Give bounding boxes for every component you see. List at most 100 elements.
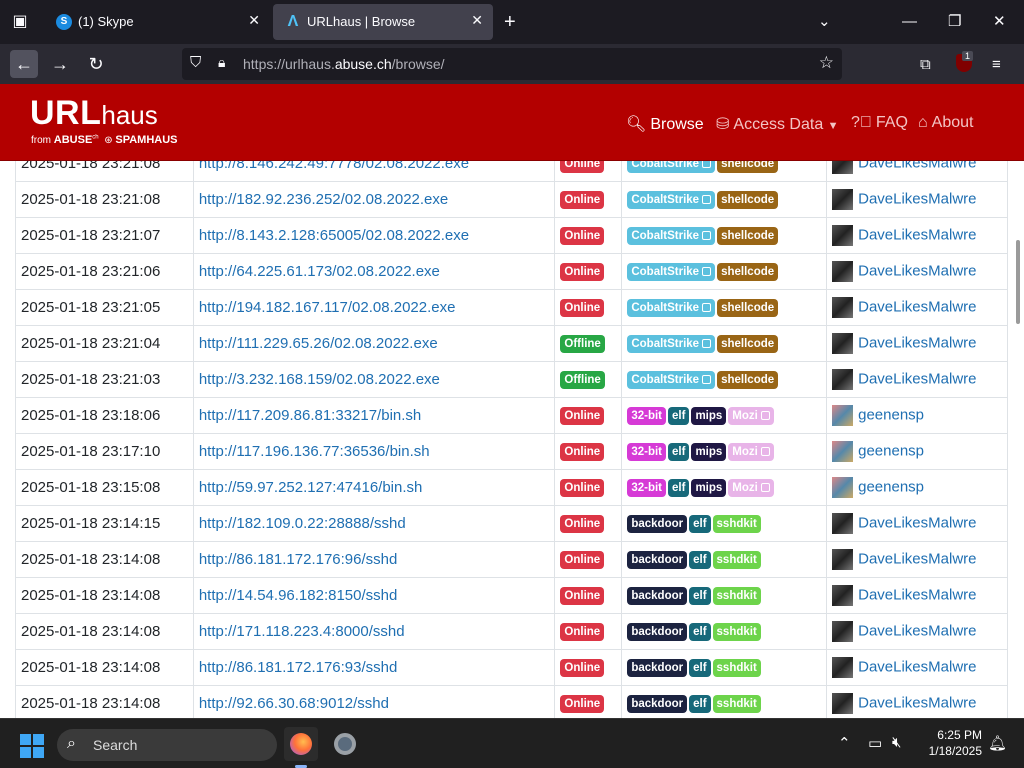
avatar[interactable] (832, 161, 854, 174)
avatar[interactable] (832, 333, 854, 354)
tag-badge[interactable]: sshdkit (712, 694, 761, 713)
shield-icon[interactable]: ⛉ (190, 54, 201, 71)
tag-badge[interactable]: sshdkit (712, 586, 761, 605)
avatar[interactable] (832, 477, 854, 498)
tag-badge[interactable]: shellcode (717, 370, 779, 389)
tab-urlhaus[interactable]: Λ URLhaus | Browse ✕ (273, 4, 493, 40)
url-link[interactable]: http://171.118.223.4:8000/sshd (199, 623, 405, 640)
page-scrollbar[interactable] (1016, 240, 1020, 324)
avatar[interactable] (832, 549, 854, 570)
tag-badge[interactable]: elf (689, 514, 711, 533)
menu-icon[interactable]: ≡ (992, 56, 1001, 73)
tag-badge[interactable]: sshdkit (712, 514, 761, 533)
tag-badge[interactable]: sshdkit (712, 658, 761, 677)
tag-badge[interactable]: mips (691, 442, 727, 461)
tag-badge[interactable]: elf (689, 622, 711, 641)
tag-badge[interactable]: elf (668, 478, 690, 497)
restore-icon[interactable]: ❐ (948, 10, 961, 34)
tag-badge[interactable]: Mozi (728, 442, 774, 461)
url-link[interactable]: http://64.225.61.173/02.08.2022.exe (199, 263, 440, 280)
avatar[interactable] (832, 441, 854, 462)
avatar[interactable] (832, 261, 854, 282)
chevron-down-icon[interactable]: ⌄ (818, 10, 831, 34)
tag-badge[interactable]: elf (668, 442, 690, 461)
back-button[interactable]: ← (10, 50, 38, 78)
notification-bell-icon[interactable]: 🔔︎ (988, 734, 1007, 752)
tag-badge[interactable]: CobaltStrike (627, 190, 716, 209)
tag-badge[interactable]: CobaltStrike (627, 226, 716, 245)
extensions-icon[interactable]: ⧉ (920, 56, 931, 73)
reporter-link[interactable]: DaveLikesMalwre (858, 695, 976, 712)
tag-badge[interactable]: CobaltStrike (627, 334, 716, 353)
url-link[interactable]: http://182.92.236.252/02.08.2022.exe (199, 191, 448, 208)
nav-browse[interactable]: 🔍︎ Browse (626, 114, 704, 134)
tag-badge[interactable]: backdoor (627, 586, 688, 605)
tab-list-icon[interactable]: ▣ (8, 10, 32, 34)
avatar[interactable] (832, 693, 854, 715)
reporter-link[interactable]: DaveLikesMalwre (858, 334, 976, 351)
url-link[interactable]: http://8.143.2.128:65005/02.08.2022.exe (199, 227, 469, 244)
address-text[interactable]: https://urlhaus.abuse.ch/browse/ (243, 56, 445, 72)
reporter-link[interactable]: DaveLikesMalwre (858, 514, 976, 531)
reporter-link[interactable]: DaveLikesMalwre (858, 262, 976, 279)
reporter-link[interactable]: DaveLikesMalwre (858, 190, 976, 207)
tag-badge[interactable]: backdoor (627, 550, 688, 569)
avatar[interactable] (832, 585, 854, 606)
nav-about[interactable]: ⌂ About (918, 114, 973, 132)
tag-badge[interactable]: sshdkit (712, 622, 761, 641)
nav-faq[interactable]: ?⃝ FAQ (851, 114, 908, 132)
url-link[interactable]: http://59.97.252.127:47416/bin.sh (199, 479, 423, 496)
tag-badge[interactable]: elf (689, 586, 711, 605)
tag-badge[interactable]: 32-bit (627, 478, 667, 497)
reporter-link[interactable]: DaveLikesMalwre (858, 658, 976, 675)
reporter-link[interactable]: DaveLikesMalwre (858, 161, 976, 171)
tag-badge[interactable]: elf (689, 658, 711, 677)
tag-badge[interactable]: shellcode (717, 334, 779, 353)
tag-badge[interactable]: Mozi (728, 478, 774, 497)
reporter-link[interactable]: geenensp (858, 478, 924, 495)
tag-badge[interactable]: backdoor (627, 622, 688, 641)
tag-badge[interactable]: backdoor (627, 658, 688, 677)
close-window-icon[interactable]: ✕ (993, 10, 1006, 34)
url-link[interactable]: http://3.232.168.159/02.08.2022.exe (199, 371, 440, 388)
avatar[interactable] (832, 405, 854, 426)
url-link[interactable]: http://117.196.136.77:36536/bin.sh (199, 443, 430, 460)
url-link[interactable]: http://92.66.30.68:9012/sshd (199, 695, 389, 712)
tag-badge[interactable]: mips (691, 406, 727, 425)
tag-badge[interactable]: CobaltStrike (627, 262, 716, 281)
avatar[interactable] (832, 225, 854, 246)
tag-badge[interactable]: backdoor (627, 514, 688, 533)
reporter-link[interactable]: DaveLikesMalwre (858, 226, 976, 243)
url-link[interactable]: http://86.181.172.176:96/sshd (199, 551, 398, 568)
tag-badge[interactable]: elf (689, 694, 711, 713)
reporter-link[interactable]: DaveLikesMalwre (858, 622, 976, 639)
tag-badge[interactable]: backdoor (627, 694, 688, 713)
reporter-link[interactable]: geenensp (858, 442, 924, 459)
urlhaus-logo[interactable]: URLhaus (30, 94, 158, 133)
reporter-link[interactable]: geenensp (858, 406, 924, 423)
new-tab-icon[interactable]: + (504, 10, 516, 34)
tag-badge[interactable]: CobaltStrike (627, 370, 716, 389)
url-link[interactable]: http://194.182.167.117/02.08.2022.exe (199, 299, 456, 316)
reporter-link[interactable]: DaveLikesMalwre (858, 370, 976, 387)
lock-icon[interactable]: 🔒︎ (218, 54, 225, 71)
tag-badge[interactable]: shellcode (717, 190, 779, 209)
bookmark-star-icon[interactable]: ☆ (819, 53, 834, 73)
tag-badge[interactable]: shellcode (717, 262, 779, 281)
tag-badge[interactable]: shellcode (717, 161, 779, 173)
tag-badge[interactable]: 32-bit (627, 406, 667, 425)
close-icon[interactable]: ✕ (471, 12, 483, 29)
avatar[interactable] (832, 657, 854, 678)
taskbar-search[interactable]: ⌕ Search (57, 729, 277, 761)
windows-start-icon[interactable] (20, 734, 44, 758)
close-icon[interactable]: ✕ (248, 12, 260, 29)
url-link[interactable]: http://14.54.96.182:8150/sshd (199, 587, 398, 604)
tag-badge[interactable]: Mozi (728, 406, 774, 425)
tag-badge[interactable]: mips (691, 478, 727, 497)
tag-badge[interactable]: shellcode (717, 226, 779, 245)
reload-button[interactable]: ↻ (82, 50, 110, 78)
nav-access-data[interactable]: ⛁ Access Data ▼ (716, 114, 839, 134)
network-icon[interactable]: ▭ (868, 734, 882, 752)
avatar[interactable] (832, 297, 854, 318)
tag-badge[interactable]: elf (689, 550, 711, 569)
